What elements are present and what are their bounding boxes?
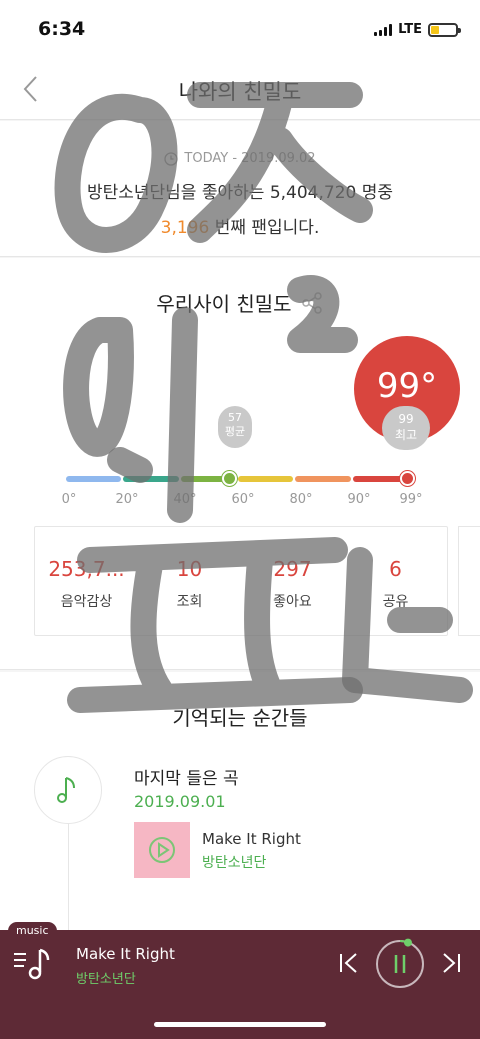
stat-label: 좋아요 [273,594,312,610]
album-art[interactable] [134,822,190,878]
gauge-tick: 40° [173,492,197,507]
gauge-tick: 0° [61,492,77,507]
page-title: 나와의 친밀도 [178,80,302,104]
stat-views: 10 조회 [138,527,241,635]
gauge-tick: 20° [115,492,139,507]
next-button[interactable] [438,950,464,976]
timeline-line [68,812,69,932]
today-row: TODAY - 2019.09.02 [0,151,480,166]
gauge-tick: 99° [399,492,423,507]
music-note-icon [57,777,75,803]
song-title[interactable]: Make It Right [202,830,301,848]
average-label: 평균 [224,425,246,438]
fan-rank-text: 3,196 번째 팬입니다. [0,213,480,238]
stat-likes: 297 좋아요 [241,527,344,635]
status-time: 6:34 [38,18,86,40]
closeness-title: 우리사이 친밀도 [0,288,480,317]
next-stats-panel[interactable] [458,526,480,636]
battery-icon [428,22,461,37]
stat-label: 조회 [176,594,203,610]
average-value: 57 [228,411,242,424]
mini-player[interactable]: music Make It Right 방탄소년단 [0,922,480,1039]
stat-value: 253,7... [48,557,125,581]
player-song-title[interactable]: Make It Right [76,945,175,963]
stats-panel: 253,7... 음악감상 10 조회 297 좋아요 6 공유 [34,526,448,636]
moments-title: 기억되는 순간들 [172,706,308,730]
today-date: TODAY - 2019.09.02 [184,151,316,166]
signal-icon [374,23,393,36]
moments-section: 기억되는 순간들 마지막 들은 곡 2019.09.01 Make It Rig… [0,672,480,932]
clock-icon [164,151,179,166]
song-artist[interactable]: 방탄소년단 [202,852,266,872]
play-circle-icon [149,837,175,863]
score-value: 99° [376,366,438,406]
max-bubble: 99 최고 [382,406,430,450]
stat-value: 10 [176,557,203,581]
last-song-date: 2019.09.01 [134,792,226,811]
today-card: TODAY - 2019.09.02 방탄소년단님을 좋아하는 5,404,72… [0,121,480,257]
music-tab-label[interactable]: music [8,922,57,940]
gauge-ticks: 0° 20° 40° 60° 80° 90° 99° [56,492,436,510]
skip-next-icon [443,953,460,973]
gauge-tick: 60° [231,492,255,507]
share-icon[interactable] [300,291,324,315]
playlist-icon [14,948,50,980]
pause-button[interactable] [374,938,426,990]
stat-label: 공유 [382,594,409,610]
closeness-card: 우리사이 친밀도 99° 57 평균 99 최고 0° 20° 40° 60° … [0,258,480,670]
fan-rank-number: 3,196 [160,218,210,238]
player-artist[interactable]: 방탄소년단 [76,968,136,987]
max-value: 99 [398,412,414,426]
stat-label: 음악감상 [60,594,113,610]
skip-previous-icon [340,953,357,973]
status-indicators: LTE [374,22,461,37]
gauge-tick: 80° [289,492,313,507]
status-bar: 6:34 LTE [0,0,480,58]
average-bubble: 57 평균 [218,406,252,448]
closeness-gauge [66,476,408,482]
home-indicator[interactable] [154,1022,326,1027]
music-note-badge [34,756,102,824]
stat-listening: 253,7... 음악감상 [35,527,138,635]
network-label: LTE [398,22,422,37]
previous-button[interactable] [336,950,362,976]
fan-count-text: 방탄소년단님을 좋아하는 5,404,720 명중 [86,183,394,203]
pause-icon [376,938,424,988]
playlist-button[interactable] [12,946,52,982]
gauge-tick: 90° [347,492,371,507]
fan-rank-suffix: 번째 팬입니다. [209,218,320,238]
last-song-label: 마지막 들은 곡 [134,769,239,789]
gauge-max-marker [400,471,415,486]
nav-bar: 나와의 친밀도 [0,58,480,120]
stat-shares: 6 공유 [344,527,447,635]
max-label: 최고 [394,428,418,442]
stat-value: 6 [389,557,402,581]
closeness-title-label: 우리사이 친밀도 [156,292,292,316]
gauge-average-marker [222,471,237,486]
stat-value: 297 [273,557,312,581]
